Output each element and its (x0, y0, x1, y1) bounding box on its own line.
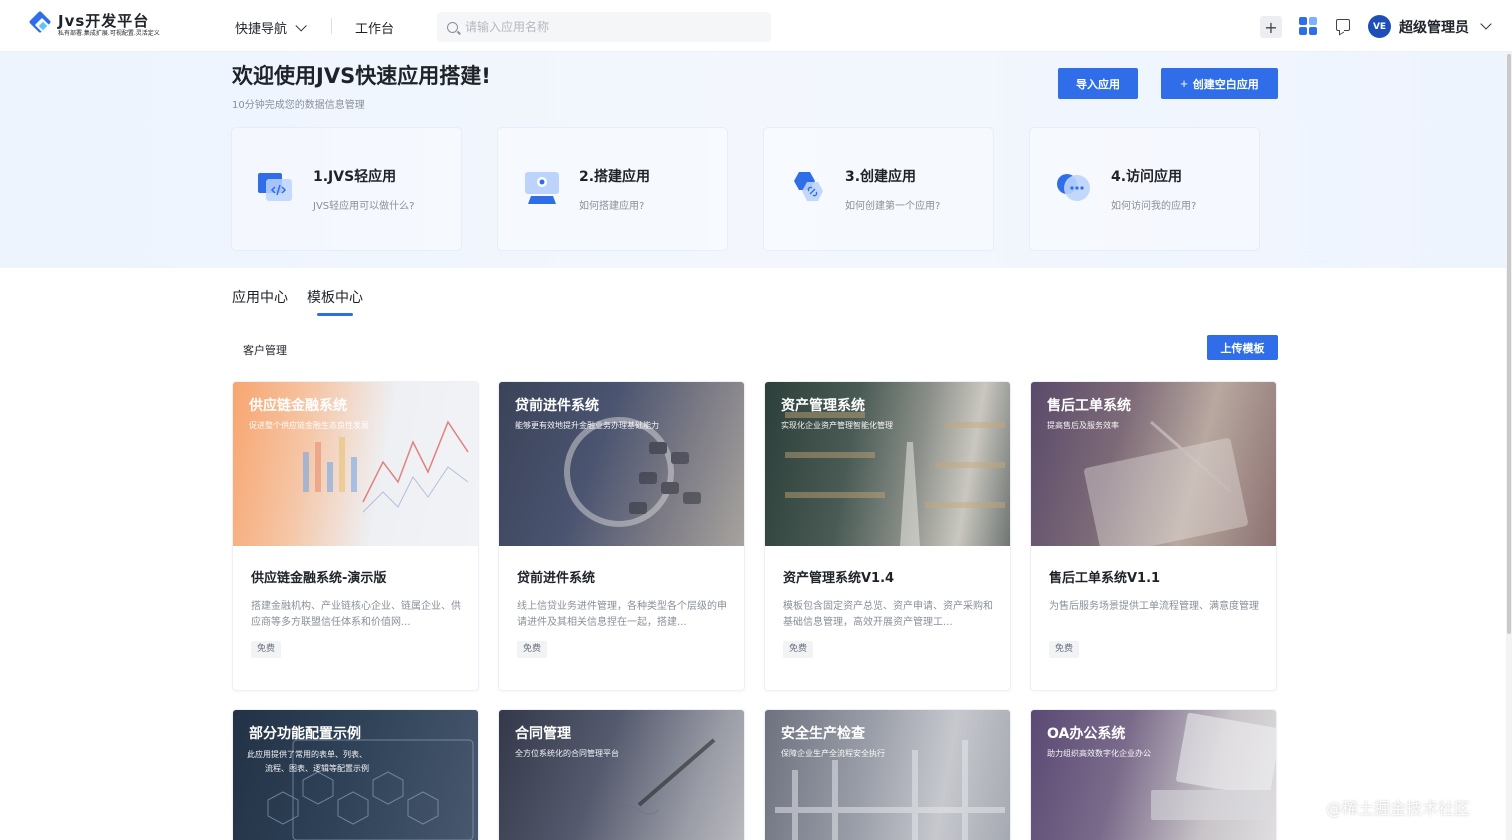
step-desc: 如何创建第一个应用? (845, 201, 941, 212)
avatar[interactable]: VE (1368, 15, 1391, 38)
apps-grid-icon[interactable] (1299, 17, 1318, 36)
category-customer-management[interactable]: 客户管理 (243, 342, 287, 358)
quick-nav-menu[interactable]: 快捷导航 (235, 18, 307, 37)
card-overlay-subtitle-2: 流程、图表、逻辑等配置示例 (265, 764, 369, 773)
logo-subtitle: 私有部署.集成扩展.可视配置.灵活定义 (58, 29, 160, 37)
template-card[interactable]: 部分功能配置示例 此应用提供了常用的表单、列表、 流程、图表、逻辑等配置示例 (232, 709, 479, 840)
step-title: 2.搭建应用 (579, 169, 651, 185)
template-card[interactable]: 供应链金融系统 促进整个供应链金融生态良性发展 供应链金融系统-演示版 搭建金融… (232, 381, 479, 691)
card-overlay-title: 售后工单系统 (1047, 398, 1131, 414)
card-overlay-title: 资产管理系统 (781, 398, 865, 414)
card-title: 供应链金融系统-演示版 (251, 571, 387, 586)
card-image-function-config: 部分功能配置示例 此应用提供了常用的表单、列表、 流程、图表、逻辑等配置示例 (233, 710, 478, 840)
card-overlay-subtitle: 全方位系统化的合同管理平台 (515, 749, 619, 758)
card-image-loan: 贷前进件系统 能够更有效地提升金融业务办理基础能力 (499, 382, 744, 546)
step-title: 1.JVS轻应用 (313, 169, 397, 185)
template-card[interactable]: 售后工单系统 提高售后及服务效率 售后工单系统V1.1 为售后服务场景提供工单流… (1030, 381, 1277, 691)
chat-bubble-icon (1057, 174, 1090, 201)
card-overlay-subtitle: 促进整个供应链金融生态良性发展 (249, 421, 369, 430)
message-icon[interactable] (1336, 19, 1350, 31)
scrollbar-thumb[interactable] (1507, 54, 1511, 634)
step-title: 4.访问应用 (1111, 169, 1183, 185)
card-overlay-title: OA办公系统 (1047, 726, 1126, 742)
workbench-link[interactable]: 工作台 (355, 18, 394, 37)
top-bar: Jvs开发平台 私有部署.集成扩展.可视配置.灵活定义 快捷导航 工作台 + V… (0, 0, 1512, 52)
template-card[interactable]: 安全生产检查 保障企业生产全流程安全执行 (764, 709, 1011, 840)
free-badge: 免费 (251, 641, 282, 658)
card-overlay-subtitle: 实现化企业资产管理智能化管理 (781, 421, 893, 430)
card-overlay-title: 供应链金融系统 (249, 398, 347, 414)
card-title: 售后工单系统V1.1 (1049, 571, 1161, 586)
card-overlay-title: 合同管理 (515, 726, 571, 742)
card-description: 为售后服务场景提供工单流程管理、满意度管理 (1049, 601, 1259, 612)
plus-icon: + (1180, 76, 1188, 91)
card-image-warehouse: 资产管理系统 实现化企业资产管理智能化管理 (765, 382, 1010, 546)
nav-divider (331, 18, 332, 34)
card-description: 模板包含固定资产总览、资产申请、资产采购和基础信息管理，高效开展资产管理工... (783, 601, 993, 628)
card-description: 搭建金融机构、产业链核心企业、链属企业、供应商等多方联盟信任体系和价值网... (251, 601, 461, 628)
watermark: @稀土掘金技术社区 (1326, 799, 1471, 818)
card-image-after-sales: 售后工单系统 提高售后及服务效率 (1031, 382, 1276, 546)
step-desc: 如何访问我的应用? (1111, 201, 1197, 212)
logo[interactable]: Jvs开发平台 私有部署.集成扩展.可视配置.灵活定义 (28, 10, 160, 38)
card-overlay-subtitle: 能够更有效地提升金融业务办理基础能力 (515, 421, 659, 430)
user-chevron-down-icon[interactable] (1480, 18, 1492, 30)
active-tab-indicator (317, 313, 353, 316)
logo-icon (28, 10, 54, 38)
chevron-down-icon (295, 19, 307, 32)
add-button[interactable]: + (1260, 16, 1282, 38)
step-card-create-app[interactable]: 3.创建应用 如何创建第一个应用? (764, 128, 993, 250)
free-badge: 免费 (783, 641, 814, 658)
card-overlay-subtitle: 保障企业生产全流程安全执行 (781, 749, 885, 758)
card-image-supply-chain: 供应链金融系统 促进整个供应链金融生态良性发展 (233, 382, 478, 546)
search-box[interactable] (437, 12, 771, 42)
card-image-oa: OA办公系统 助力组织高效数字化企业办公 (1031, 710, 1276, 840)
import-app-button[interactable]: 导入应用 (1058, 68, 1138, 99)
card-overlay-subtitle: 此应用提供了常用的表单、列表、 (247, 750, 367, 759)
free-badge: 免费 (517, 641, 548, 658)
step-card-build-app[interactable]: 2.搭建应用 如何搭建应用? (498, 128, 727, 250)
create-blank-app-button[interactable]: + 创建空白应用 (1161, 68, 1278, 99)
step-card-light-app[interactable]: 1.JVS轻应用 JVS轻应用可以做什么? (232, 128, 461, 250)
upload-template-button[interactable]: 上传模板 (1207, 335, 1278, 360)
card-title: 资产管理系统V1.4 (783, 571, 895, 586)
search-input[interactable] (465, 20, 755, 34)
code-window-icon (258, 173, 292, 201)
card-overlay-title: 安全生产检查 (781, 726, 865, 742)
hero-subtitle: 10分钟完成您的数据信息管理 (232, 100, 365, 111)
card-overlay-subtitle: 提高售后及服务效率 (1047, 421, 1119, 430)
tab-template-center[interactable]: 模板中心 (307, 287, 363, 307)
template-card[interactable]: 资产管理系统 实现化企业资产管理智能化管理 资产管理系统V1.4 模板包含固定资… (764, 381, 1011, 691)
card-overlay-title: 部分功能配置示例 (249, 726, 361, 742)
card-image-contract: 合同管理 全方位系统化的合同管理平台 (499, 710, 744, 840)
card-overlay-subtitle: 助力组织高效数字化企业办公 (1047, 749, 1151, 758)
card-description: 线上信贷业务进件管理，各种类型各个层级的申请进件及其相关信息捏在一起，搭建... (517, 601, 727, 628)
template-card[interactable]: OA办公系统 助力组织高效数字化企业办公 (1030, 709, 1277, 840)
monitor-icon (525, 172, 559, 204)
step-title: 3.创建应用 (845, 169, 917, 185)
step-desc: JVS轻应用可以做什么? (313, 201, 415, 212)
step-desc: 如何搭建应用? (579, 201, 645, 212)
template-card[interactable]: 合同管理 全方位系统化的合同管理平台 (498, 709, 745, 840)
hero-title: 欢迎使用JVS快速应用搭建! (232, 64, 491, 88)
create-blank-app-label: 创建空白应用 (1192, 78, 1259, 91)
quick-nav-label: 快捷导航 (235, 22, 288, 37)
free-badge: 免费 (1049, 641, 1080, 658)
search-icon (447, 21, 458, 33)
card-image-safety: 安全生产检查 保障企业生产全流程安全执行 (765, 710, 1010, 840)
tab-app-center[interactable]: 应用中心 (232, 287, 288, 307)
template-card[interactable]: 贷前进件系统 能够更有效地提升金融业务办理基础能力 贷前进件系统 线上信贷业务进… (498, 381, 745, 691)
hero-banner (0, 52, 1512, 268)
card-title: 贷前进件系统 (517, 571, 596, 586)
card-overlay-title: 贷前进件系统 (515, 398, 599, 414)
logo-title: Jvs开发平台 (58, 11, 150, 30)
link-hexagon-icon (794, 172, 823, 201)
username[interactable]: 超级管理员 (1399, 17, 1469, 37)
step-card-visit-app[interactable]: 4.访问应用 如何访问我的应用? (1030, 128, 1259, 250)
